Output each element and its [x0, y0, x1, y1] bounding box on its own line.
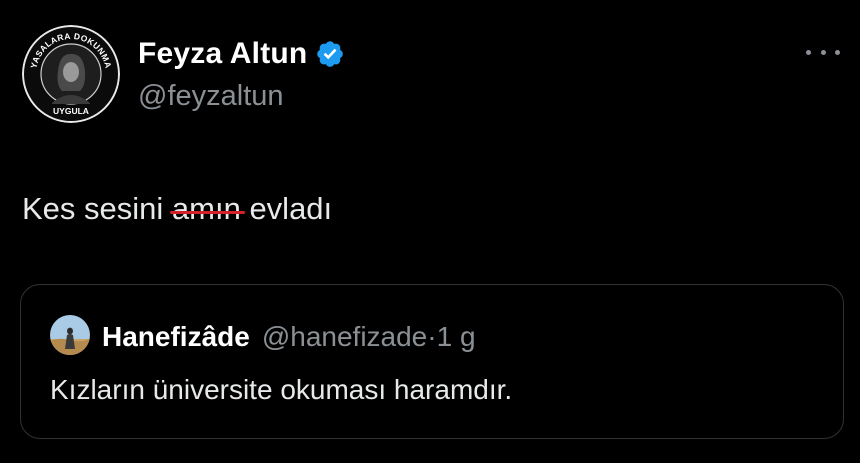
quoted-author-handle[interactable]: @hanefizade	[262, 321, 427, 352]
verified-badge-icon	[315, 39, 345, 69]
more-dot	[820, 49, 826, 55]
quoted-header: Hanefizâde @hanefizade·1 g	[102, 321, 476, 353]
quoted-author-name[interactable]: Hanefizâde	[102, 321, 250, 353]
author-name-row[interactable]: Feyza Altun	[138, 37, 345, 71]
quoted-author-avatar[interactable]	[50, 315, 90, 355]
more-dot	[835, 49, 840, 55]
tweet-text-after: evladı	[240, 191, 333, 226]
quoted-tweet-text: Kızların üniversite okuması haramdır.	[50, 374, 513, 405]
quoted-time[interactable]: 1 g	[437, 321, 476, 352]
quoted-tweet-card[interactable]: Hanefizâde @hanefizade·1 g Kızların üniv…	[20, 284, 844, 439]
more-options-icon[interactable]	[806, 42, 840, 62]
tweet-text-struck: amın	[169, 191, 245, 226]
avatar-ring-text-bottom: UYGULA	[53, 106, 89, 116]
author-handle[interactable]: @feyzaltun	[138, 80, 284, 113]
tweet-text-before: Kes sesini	[22, 191, 172, 226]
tweet-text: Kes sesini amın evladı	[22, 191, 332, 227]
quoted-meta: @hanefizade·1 g	[262, 321, 476, 353]
author-display-name[interactable]: Feyza Altun	[138, 37, 307, 71]
more-dot	[806, 49, 811, 55]
author-avatar[interactable]: YASALARA DOKUNMA UYGULA	[22, 25, 120, 123]
quoted-separator: ·	[427, 321, 437, 352]
